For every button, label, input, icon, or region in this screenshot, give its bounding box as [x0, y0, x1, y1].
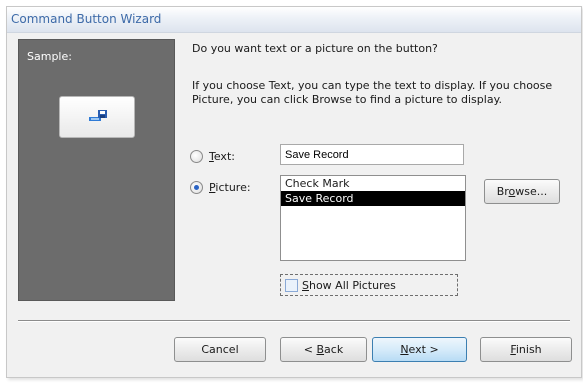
- sample-label: Sample:: [27, 50, 72, 63]
- button-text-input[interactable]: [280, 144, 464, 165]
- question-text: Do you want text or a picture on the but…: [192, 42, 438, 55]
- text-radio[interactable]: [190, 150, 203, 163]
- cancel-button[interactable]: Cancel: [174, 337, 266, 362]
- list-item[interactable]: Check Mark: [281, 176, 465, 191]
- show-all-pictures-label[interactable]: Show All Pictures: [302, 279, 396, 292]
- text-option[interactable]: Text:: [190, 150, 235, 163]
- save-record-icon: [89, 110, 107, 121]
- picture-option[interactable]: Picture:: [190, 181, 251, 194]
- picture-radio[interactable]: [190, 181, 203, 194]
- sample-button-preview: [59, 96, 135, 138]
- finish-button[interactable]: Finish: [480, 337, 572, 362]
- picture-radio-label[interactable]: Picture:: [209, 181, 251, 194]
- info-text: If you choose Text, you can type the tex…: [192, 79, 553, 106]
- window-title: Command Button Wizard: [11, 12, 162, 26]
- picture-list[interactable]: Check Mark Save Record: [280, 175, 466, 261]
- show-all-pictures-checkbox[interactable]: Show All Pictures: [280, 274, 458, 296]
- footer-separator: [18, 320, 570, 322]
- list-item-selected[interactable]: Save Record: [281, 191, 465, 206]
- browse-button[interactable]: Browse...: [484, 179, 560, 204]
- title-bar[interactable]: Command Button Wizard: [7, 7, 581, 33]
- next-button[interactable]: Next >: [372, 337, 467, 362]
- checkbox-box[interactable]: [285, 278, 298, 292]
- text-radio-label[interactable]: Text:: [209, 150, 235, 163]
- sample-panel: Sample:: [18, 39, 175, 301]
- back-button[interactable]: < Back: [280, 337, 367, 362]
